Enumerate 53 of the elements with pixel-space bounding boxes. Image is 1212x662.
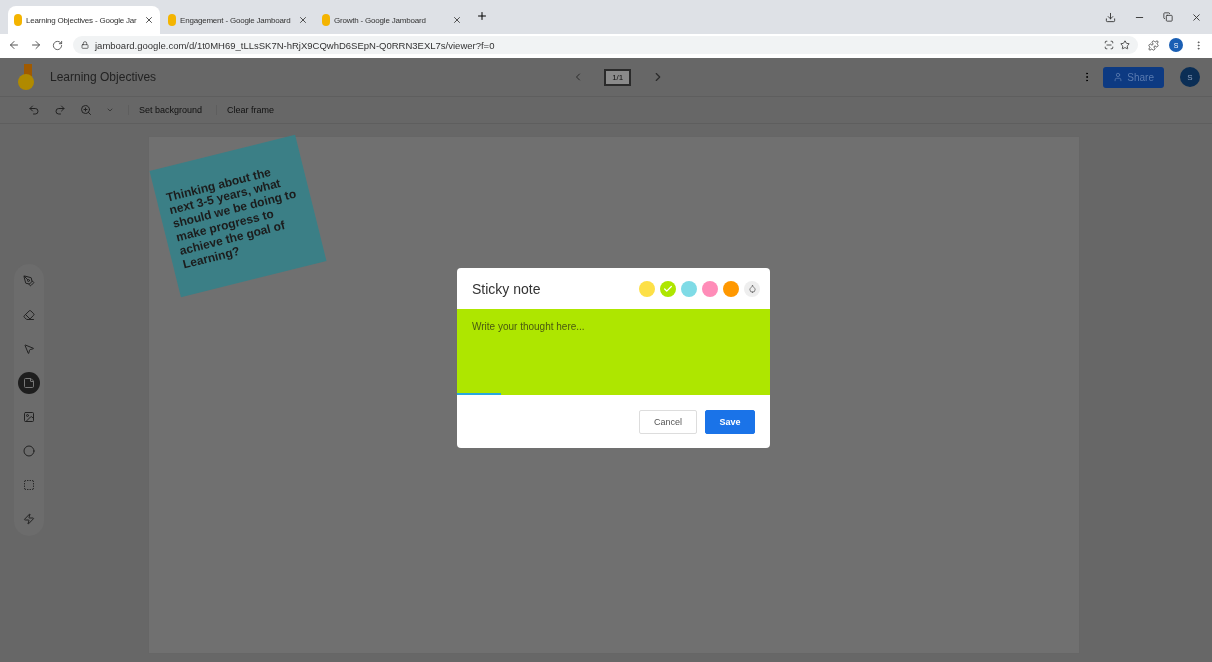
dialog-title: Sticky note [472,280,542,297]
tool-button[interactable] [18,372,40,394]
check-icon [663,283,673,294]
pen-icon [23,275,35,287]
cancel-button[interactable]: Cancel [639,409,697,434]
save-button[interactable]: Save [705,409,755,434]
circle-icon [23,445,35,457]
person-icon [1113,72,1124,82]
url-text: jamboard.google.com/d/1t0MH69_tLLsSK7N-hRjX9CQwhD6SEpN-Q0RRN3EXL7s/viewer?f=0 [95,39,495,51]
tab-title: Learning Objectives - Google Jar [26,15,138,25]
color-swatch[interactable] [660,280,676,297]
browser-tab[interactable]: Engagement - Google Jamboard [162,6,314,34]
caret-icon[interactable] [106,106,114,114]
color-swatch[interactable] [681,280,697,297]
jamboard-icon [168,14,176,26]
undo-icon[interactable] [28,104,40,116]
extensions-icon[interactable] [1148,39,1159,51]
color-swatch[interactable] [723,280,739,297]
jamboard-icon [14,14,22,26]
close-icon[interactable] [1191,11,1202,23]
tab-title: Engagement - Google Jamboard [180,15,292,25]
redo-icon[interactable] [54,104,66,116]
no-color-button[interactable] [744,280,760,297]
note-input[interactable]: Write your thought here... [457,309,770,395]
color-swatch[interactable] [702,280,718,297]
note-icon [23,377,35,389]
close-icon[interactable] [298,15,308,25]
document-title: Learning Objectives [50,70,157,84]
toolbar-button[interactable]: Set background [128,105,203,115]
image-icon [23,411,35,423]
browser-tab[interactable]: Growth - Google Jamboard [316,6,468,34]
close-icon[interactable] [144,15,154,25]
toolbar-button[interactable]: Clear frame [216,105,275,115]
tab-title: Growth - Google Jamboard [334,15,427,25]
user-avatar[interactable]: S [1180,67,1200,87]
reload-icon[interactable] [52,39,63,51]
download-icon[interactable] [1105,11,1116,23]
lock-icon [81,41,89,49]
jamboard-icon [322,14,330,26]
eraser-icon [23,309,35,321]
color-swatch[interactable] [639,280,655,297]
frame-counter[interactable]: 1/1 [604,68,632,86]
droplet-icon [747,284,757,293]
select-icon [23,343,35,355]
restore-icon[interactable] [1163,11,1173,22]
forward-icon[interactable] [30,39,42,51]
new-tab-icon[interactable] [476,10,488,22]
zoom-icon[interactable] [80,104,92,116]
back-icon[interactable] [8,39,20,51]
browser-tab[interactable]: Learning Objectives - Google Jar [8,6,160,34]
address-bar[interactable]: jamboard.google.com/d/1t0MH69_tLLsSK7N-hRjX9CQwhD6SEpN-Q0RRN3EXL7s/viewer?f=0 [73,36,1138,54]
star-icon[interactable] [1120,40,1130,50]
close-icon[interactable] [452,15,462,25]
